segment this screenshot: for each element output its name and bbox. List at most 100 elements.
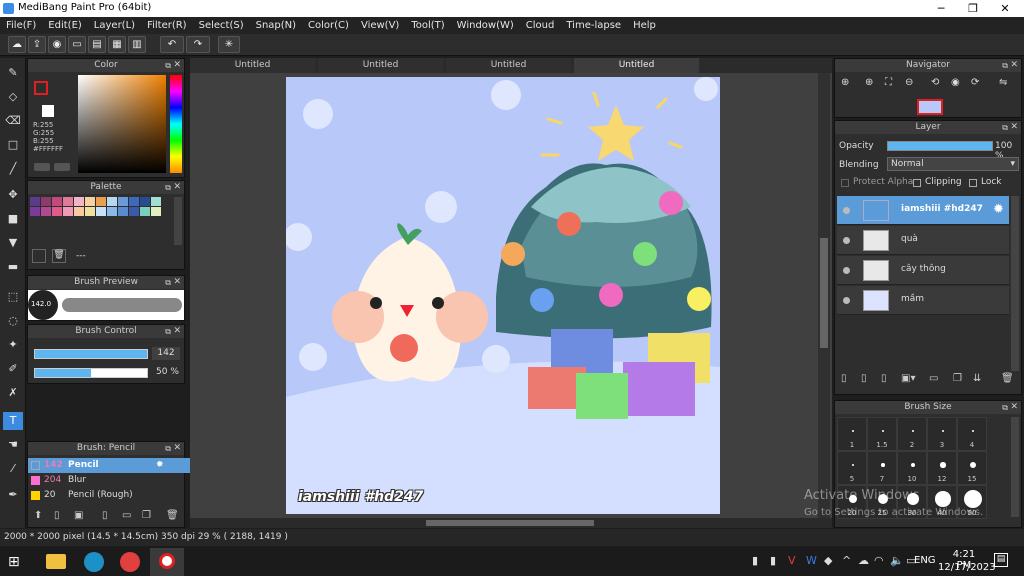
tab-untitled-2[interactable]: Untitled xyxy=(318,58,443,73)
magic-wand-icon[interactable]: ✦ xyxy=(3,336,23,354)
duplicate-layer-icon[interactable]: ❐ xyxy=(953,373,962,384)
panel-close-icon[interactable]: ✕ xyxy=(173,181,181,194)
tray-app-icon[interactable]: ◆ xyxy=(824,554,832,567)
color-picker-square[interactable] xyxy=(78,75,166,173)
lock-checkbox[interactable] xyxy=(969,179,977,187)
brush-item[interactable]: 142 Pencil ✹ xyxy=(28,458,198,473)
brush-size-cell[interactable]: 15 xyxy=(957,451,987,485)
zoom-in-icon[interactable]: ⊕ xyxy=(841,77,849,88)
background-color-swatch[interactable] xyxy=(42,105,54,117)
menu-edit[interactable]: Edit(E) xyxy=(42,17,88,34)
detach-icon[interactable]: ⧉ xyxy=(1002,401,1008,414)
maximize-button[interactable]: ❐ xyxy=(956,0,990,17)
rotate-left-icon[interactable]: ⟲ xyxy=(931,77,939,88)
horizontal-scrollbar[interactable] xyxy=(190,518,832,528)
menu-file[interactable]: File(F) xyxy=(0,17,42,34)
brush-size-cell[interactable]: 1 xyxy=(837,417,867,451)
language-indicator[interactable]: ENG xyxy=(914,555,936,566)
undo-icon[interactable]: ↶ xyxy=(160,36,184,53)
eye-icon[interactable] xyxy=(843,267,850,274)
brush-size-cell[interactable]: 1.5 xyxy=(867,417,897,451)
brush-item[interactable]: 204 Blur xyxy=(28,473,198,488)
palette-swatch[interactable] xyxy=(96,207,106,216)
palette-swatch[interactable] xyxy=(74,197,84,206)
close-button[interactable]: ✕ xyxy=(988,0,1022,17)
new-palette-icon[interactable] xyxy=(32,249,46,263)
menu-layer[interactable]: Layer(L) xyxy=(88,17,141,34)
canvas-area[interactable]: iamshiii #hd247 xyxy=(190,73,832,518)
hand-tool-icon[interactable]: ☚ xyxy=(3,436,23,454)
brush-size-cell[interactable]: 3 xyxy=(927,417,957,451)
select-pen-icon[interactable]: ✐ xyxy=(3,360,23,378)
tray-app-icon[interactable]: ▮ xyxy=(770,554,776,567)
menu-timelapse[interactable]: Time-lapse xyxy=(560,17,627,34)
folder-icon[interactable]: ▭ xyxy=(122,510,131,521)
tray-word-icon[interactable]: W xyxy=(806,554,817,567)
vertical-scrollbar[interactable] xyxy=(818,73,830,518)
brush-copy-icon[interactable]: ▯ xyxy=(102,510,108,521)
color-mode-button[interactable] xyxy=(34,163,50,171)
chat-icon[interactable]: ◉ xyxy=(48,36,66,53)
tray-app-icon[interactable]: ▮ xyxy=(752,554,758,567)
palette-swatch[interactable] xyxy=(129,197,139,206)
palette-swatch[interactable] xyxy=(140,197,150,206)
brush-size-slider[interactable] xyxy=(34,349,148,359)
layer-scrollbar[interactable] xyxy=(1011,196,1019,371)
clipping-checkbox[interactable] xyxy=(913,179,921,187)
palette-swatch[interactable] xyxy=(151,197,161,206)
minimize-button[interactable]: ─ xyxy=(924,0,958,17)
volume-icon[interactable]: 🔈 xyxy=(890,554,904,567)
brush-item[interactable]: 20 Pencil (Rough) xyxy=(28,488,198,503)
menu-color[interactable]: Color(C) xyxy=(302,17,355,34)
foreground-color-swatch[interactable] xyxy=(34,81,48,95)
zoom-out-icon[interactable]: ⊖ xyxy=(905,77,913,88)
detach-icon[interactable]: ⧉ xyxy=(165,59,171,72)
palette-scrollbar[interactable] xyxy=(174,197,182,245)
chrome-icon[interactable] xyxy=(120,552,140,572)
spinner-icon[interactable]: ✳ xyxy=(218,36,240,53)
gradient-tool-icon[interactable]: ▬ xyxy=(3,258,23,276)
brush-size-cell[interactable]: 7 xyxy=(867,451,897,485)
menu-view[interactable]: View(V) xyxy=(355,17,405,34)
palette-swatch[interactable] xyxy=(52,197,62,206)
palette-swatch[interactable] xyxy=(52,207,62,216)
lasso-tool-icon[interactable]: ◌ xyxy=(3,312,23,330)
palette-swatch[interactable] xyxy=(118,207,128,216)
tray-app-icon[interactable]: V xyxy=(788,554,796,567)
panel-close-icon[interactable]: ✕ xyxy=(173,325,181,338)
medibang-taskbar-button[interactable] xyxy=(150,548,184,576)
line-tool-icon[interactable]: ╱ xyxy=(3,160,23,178)
bucket-tool-icon[interactable]: ▼ xyxy=(3,234,23,252)
blending-select[interactable]: Normal ▾ xyxy=(887,157,1019,171)
eraser-tool-icon[interactable]: ◇ xyxy=(3,88,23,106)
reset-icon[interactable]: ◉ xyxy=(951,77,960,88)
duplicate-icon[interactable]: ❐ xyxy=(142,510,151,521)
palette-swatch[interactable] xyxy=(151,207,161,216)
fill-rect-icon[interactable]: ■ xyxy=(3,210,23,228)
trash-icon[interactable]: 🗑 xyxy=(1001,373,1014,384)
layer-item[interactable]: cây thông xyxy=(837,256,1009,285)
clock-date[interactable]: 12/17/2023 xyxy=(938,562,996,573)
detach-icon[interactable]: ⧉ xyxy=(165,442,171,455)
tab-untitled-1[interactable]: Untitled xyxy=(190,58,315,73)
edge-browser-icon[interactable] xyxy=(84,552,104,572)
brush-size-cell[interactable]: 10 xyxy=(897,451,927,485)
panel-close-icon[interactable]: ✕ xyxy=(1010,59,1018,72)
select-eraser-icon[interactable]: ✗ xyxy=(3,384,23,402)
palette-swatch[interactable] xyxy=(85,207,95,216)
hue-slider[interactable] xyxy=(170,75,182,173)
tab-untitled-3[interactable]: Untitled xyxy=(446,58,571,73)
move-tool-icon[interactable]: ✥ xyxy=(3,186,23,204)
new-halftone-layer-icon[interactable]: ▯ xyxy=(861,373,867,384)
palette-swatch[interactable] xyxy=(41,207,51,216)
brush-size-cell[interactable]: 4 xyxy=(957,417,987,451)
detach-icon[interactable]: ⧉ xyxy=(165,325,171,338)
new-layer-icon[interactable]: ▯ xyxy=(841,373,847,384)
navigator-thumbnail[interactable] xyxy=(917,99,943,115)
detach-icon[interactable]: ⧉ xyxy=(165,276,171,289)
select-rect-icon[interactable]: ⬚ xyxy=(3,288,23,306)
panels-icon[interactable]: ▥ xyxy=(128,36,146,53)
delete-palette-icon[interactable]: 🗑 xyxy=(52,249,66,263)
zoom-in-icon[interactable]: ⊕ xyxy=(865,77,873,88)
palette-swatch[interactable] xyxy=(140,207,150,216)
